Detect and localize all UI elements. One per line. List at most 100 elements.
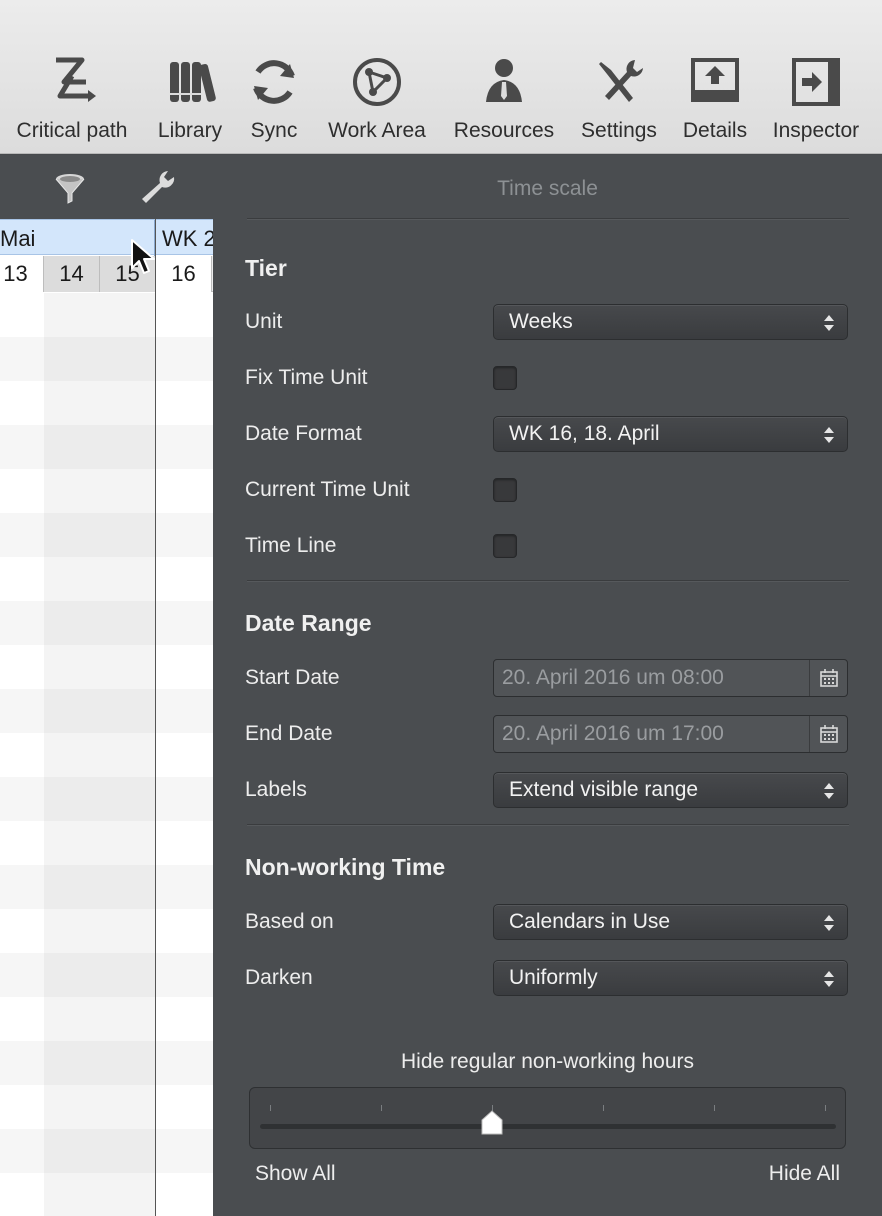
- gantt-chart: Mai WK 2 13 14 15 16: [0, 155, 213, 1216]
- unit-select[interactable]: Weeks: [493, 304, 848, 340]
- popup-arrows-icon: [824, 971, 834, 987]
- slider-max-label: Hide All: [768, 1162, 840, 1185]
- end-date-calendar-button[interactable]: [809, 716, 847, 752]
- start-date-value: 20. April 2016 um 08:00: [502, 666, 724, 689]
- library-icon: [170, 62, 216, 102]
- inspector-icon: [792, 58, 840, 106]
- gantt-row: [0, 689, 213, 733]
- start-date-calendar-button[interactable]: [809, 660, 847, 696]
- fix-time-unit-checkbox[interactable]: [493, 366, 517, 390]
- popup-arrows-icon: [824, 315, 834, 331]
- calendar-icon: [819, 725, 838, 743]
- settings-button[interactable]: Settings: [572, 52, 666, 152]
- gantt-row: [0, 381, 213, 425]
- non-working-time-heading: Non-working Time: [245, 854, 446, 880]
- fix-time-unit-label: Fix Time Unit: [245, 366, 368, 389]
- start-date-label: Start Date: [245, 666, 340, 689]
- labels-label: Labels: [245, 778, 307, 801]
- based-on-select[interactable]: Calendars in Use: [493, 904, 848, 940]
- unit-label: Unit: [245, 310, 283, 333]
- resources-button[interactable]: Resources: [446, 52, 562, 152]
- end-date-field[interactable]: 20. April 2016 um 17:00: [493, 715, 848, 753]
- gantt-row: [0, 601, 213, 645]
- resources-icon: [486, 59, 522, 102]
- calendar-icon: [819, 669, 838, 687]
- wrench-button[interactable]: [138, 167, 178, 207]
- slider-min-label: Show All: [255, 1162, 336, 1185]
- time-line-checkbox[interactable]: [493, 534, 517, 558]
- popup-arrows-icon: [824, 783, 834, 799]
- gantt-row: [0, 469, 213, 513]
- slider-tick: [270, 1105, 271, 1111]
- filter-icon: [55, 174, 85, 204]
- labels-select[interactable]: Extend visible range: [493, 772, 848, 808]
- gantt-row: [0, 821, 213, 865]
- gantt-row: [0, 425, 213, 469]
- library-button[interactable]: Library: [150, 52, 230, 152]
- end-date-value: 20. April 2016 um 17:00: [502, 722, 724, 745]
- critical-path-button[interactable]: Critical path: [8, 52, 136, 152]
- based-on-value: Calendars in Use: [509, 910, 671, 933]
- sync-label: Sync: [250, 119, 298, 142]
- slider-track: [260, 1124, 836, 1129]
- gantt-row: [0, 293, 213, 337]
- work-area-button[interactable]: Work Area: [320, 52, 434, 152]
- gantt-row: [0, 1173, 213, 1216]
- filter-button[interactable]: [52, 167, 92, 207]
- day-cell: 16: [156, 256, 212, 292]
- gantt-row: [0, 1041, 213, 1085]
- resources-label: Resources: [453, 119, 555, 142]
- critical-path-icon: [56, 57, 96, 102]
- darken-value: Uniformly: [509, 966, 598, 989]
- gantt-row: [0, 865, 213, 909]
- month-header-row: Mai WK 2: [0, 219, 213, 256]
- critical-path-label: Critical path: [16, 119, 128, 142]
- time-scale-inspector: Time scale Tier Unit Weeks Fix Time Unit…: [213, 155, 882, 1216]
- time-line-label: Time Line: [245, 534, 337, 557]
- main-toolbar: Critical path Library Sync Work Area Res…: [0, 0, 882, 154]
- darken-select[interactable]: Uniformly: [493, 960, 848, 996]
- labels-value: Extend visible range: [509, 778, 699, 801]
- current-date-line: [155, 219, 156, 1216]
- slider-tick: [603, 1105, 604, 1111]
- day-cell: 14: [44, 256, 100, 292]
- gantt-row: [0, 557, 213, 601]
- details-button[interactable]: Details: [676, 52, 754, 152]
- date-range-heading: Date Range: [245, 610, 372, 636]
- gantt-row: [0, 953, 213, 997]
- gantt-row: [0, 513, 213, 557]
- current-time-unit-label: Current Time Unit: [245, 478, 410, 501]
- based-on-label: Based on: [245, 910, 334, 933]
- sync-icon: [253, 60, 295, 104]
- start-date-field[interactable]: 20. April 2016 um 08:00: [493, 659, 848, 697]
- slider-tick: [381, 1105, 382, 1111]
- details-label: Details: [682, 119, 748, 142]
- settings-label: Settings: [581, 119, 657, 142]
- inspector-button[interactable]: Inspector: [764, 52, 868, 152]
- non-working-hours-slider[interactable]: [249, 1087, 846, 1149]
- slider-thumb[interactable]: [480, 1110, 504, 1136]
- divider: [247, 580, 849, 582]
- unit-value: Weeks: [509, 310, 573, 333]
- divider: [247, 824, 849, 826]
- darken-label: Darken: [245, 966, 313, 989]
- divider: [247, 218, 849, 220]
- current-time-unit-checkbox[interactable]: [493, 478, 517, 502]
- inspector-label: Inspector: [772, 119, 860, 142]
- date-format-select[interactable]: WK 16, 18. April: [493, 416, 848, 452]
- day-header-row: 13 14 15 16: [0, 256, 213, 292]
- details-icon: [691, 58, 739, 102]
- work-area-label: Work Area: [328, 119, 426, 142]
- gantt-row: [0, 997, 213, 1041]
- gantt-row: [0, 777, 213, 821]
- gantt-row: [0, 645, 213, 689]
- end-date-label: End Date: [245, 722, 333, 745]
- wrench-icon: [142, 171, 175, 203]
- popup-arrows-icon: [824, 915, 834, 931]
- sync-button[interactable]: Sync: [240, 52, 308, 152]
- popup-arrows-icon: [824, 427, 834, 443]
- date-format-label: Date Format: [245, 422, 362, 445]
- date-format-value: WK 16, 18. April: [509, 422, 660, 445]
- month-label: Mai: [0, 226, 36, 251]
- day-cell: 13: [0, 256, 44, 292]
